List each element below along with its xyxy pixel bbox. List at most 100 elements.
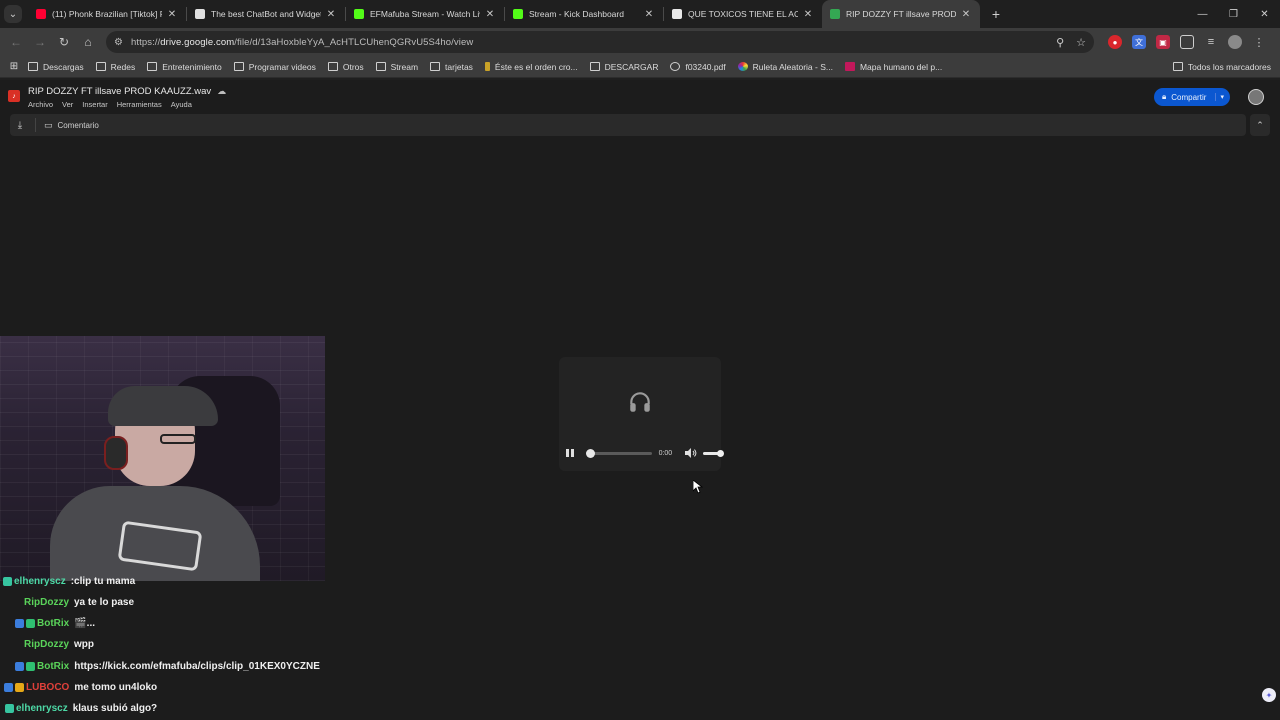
download-button[interactable]: ⤓ (11, 116, 29, 134)
back-button[interactable]: ← (4, 35, 28, 49)
browser-tab[interactable]: QUE TOXICOS TIENE EL ACHAQ ✕ (664, 0, 822, 28)
bookmark-item[interactable]: Éste es el orden cro... (484, 62, 578, 72)
map-icon (844, 62, 855, 71)
webcam-cap (108, 386, 218, 426)
bookmark-label: DESCARGAR (604, 61, 659, 72)
browser-tab[interactable]: (11) Phonk Brazilian [Tiktok] Pe ✕ (28, 0, 186, 28)
bookmark-label: Programar videos (248, 61, 316, 72)
menu-item[interactable]: Archivo (28, 100, 53, 109)
apps-grid-icon[interactable]: ⊞ (0, 61, 28, 72)
chat-username: RipDozzy (24, 597, 69, 608)
volume-slider[interactable] (703, 449, 724, 457)
collapse-header-button[interactable]: ⌃ (1250, 114, 1270, 136)
site-info-icon[interactable]: ⚙ (114, 37, 123, 48)
tab-close-icon[interactable]: ✕ (325, 9, 337, 20)
folder-icon (95, 62, 106, 71)
close-window-button[interactable]: ✕ (1249, 9, 1280, 20)
tab-close-icon[interactable]: ✕ (802, 9, 814, 20)
bookmark-label: Mapa humano del p... (859, 61, 943, 72)
tab-close-icon[interactable]: ✕ (643, 9, 655, 20)
address-bar[interactable]: ⚙ https://drive.google.com/file/d/13aHox… (106, 31, 1094, 53)
browser-tab[interactable]: The best ChatBot and Widgets ✕ (187, 0, 345, 28)
menu-item[interactable]: Ayuda (171, 100, 192, 109)
reading-list-icon[interactable]: ≡ (1204, 35, 1218, 49)
account-avatar[interactable] (1248, 89, 1264, 105)
mouse-cursor-icon (693, 480, 703, 494)
chat-badges (5, 704, 14, 713)
browser-tab[interactable]: Stream - Kick Dashboard ✕ (505, 0, 663, 28)
chat-text: klaus subió algo? (72, 703, 158, 714)
bookmark-item[interactable]: Ruleta Aleatoria - S... (737, 62, 833, 72)
bookmark-item[interactable]: f03240.pdf (670, 62, 726, 72)
bookmark-item[interactable]: Mapa humano del p... (844, 61, 943, 72)
folder-icon (327, 62, 338, 71)
cloud-sync-icon[interactable]: ☁ (217, 86, 226, 96)
chat-message: BotRix https://kick.com/efmafuba/clips/cl… (15, 661, 320, 672)
bookmark-item[interactable]: Descargas (28, 62, 84, 72)
tab-favicon-icon (195, 9, 205, 19)
folder-icon (589, 62, 600, 71)
translate-extension-icon[interactable]: 文 (1132, 35, 1146, 49)
tab-title: EFMafuba Stream - Watch Live (370, 9, 480, 19)
restore-button[interactable]: ❐ (1218, 9, 1249, 20)
seek-handle[interactable] (586, 448, 595, 458)
bookmark-item[interactable]: Programar videos (233, 61, 316, 72)
reload-button[interactable]: ↻ (52, 35, 76, 49)
chat-message: elhenryscz:clip tu mama (3, 576, 135, 587)
tab-favicon-icon (672, 9, 682, 19)
bookmark-item[interactable]: DESCARGAR (589, 61, 659, 72)
tab-title: The best ChatBot and Widgets (211, 9, 321, 19)
tab-close-icon[interactable]: ✕ (484, 9, 496, 20)
url-text[interactable]: https://drive.google.com/file/d/13aHoxbl… (131, 37, 1056, 48)
bookmark-item[interactable]: Redes (95, 62, 135, 72)
pause-button[interactable] (566, 449, 574, 457)
bookmark-item[interactable]: Entretenimiento (147, 62, 222, 72)
assistant-sparkle-icon[interactable]: ✦ (1262, 688, 1276, 702)
audio-file-icon: ♪ (8, 90, 20, 102)
minimize-button[interactable]: — (1187, 9, 1218, 20)
puzzle-icon[interactable] (1180, 35, 1194, 49)
extension-red-icon[interactable]: ● (1108, 35, 1122, 49)
chat-text: https://kick.com/efmafuba/clips/clip_01K… (74, 661, 320, 672)
bookmark-label: Entretenimiento (162, 61, 222, 72)
volume-icon[interactable] (685, 448, 697, 458)
bookmark-item[interactable]: tarjetas (430, 62, 473, 72)
forward-button[interactable]: → (28, 35, 52, 49)
seek-bar[interactable] (586, 448, 652, 458)
comment-button[interactable]: Comentario (58, 121, 99, 130)
chat-badge-icon (4, 683, 13, 692)
lock-icon: 🔒︎ (1162, 92, 1167, 101)
chat-text: me tomo un4loko (74, 682, 158, 693)
bookmark-item[interactable]: Otros (327, 62, 364, 72)
browser-tab[interactable]: RIP DOZZY FT illsave PROD KAA ✕ (822, 0, 980, 28)
chat-badges (3, 577, 12, 586)
bookmark-item[interactable]: Stream (375, 61, 419, 72)
url-path: /file/d/13aHoxbleYyA_AcHTLCUhenQGRvU5S4h… (234, 36, 474, 48)
share-button[interactable]: 🔒︎ Compartir ▾ (1154, 88, 1230, 106)
volume-handle[interactable] (717, 449, 724, 457)
all-bookmarks[interactable]: Todos los marcadores (1172, 62, 1271, 72)
arrow-left-icon: ← (10, 35, 22, 49)
tab-close-icon[interactable]: ✕ (960, 9, 972, 20)
tab-search-button[interactable]: ⌄ (4, 5, 22, 23)
zoom-icon[interactable]: ⚲ (1056, 36, 1064, 49)
webcam-overlay (0, 336, 325, 581)
comment-icon[interactable]: ▭ (44, 120, 53, 131)
more-menu-icon[interactable]: ⋮ (1252, 35, 1266, 49)
bookmark-label: Stream (390, 61, 419, 72)
menu-item[interactable]: Ver (62, 100, 73, 109)
home-button[interactable]: ⌂ (76, 35, 100, 49)
browser-tab[interactable]: EFMafuba Stream - Watch Live ✕ (346, 0, 504, 28)
tab-close-icon[interactable]: ✕ (166, 9, 178, 20)
tab-favicon-icon (830, 9, 840, 19)
chat-text: ya te lo pase (74, 597, 135, 608)
menu-item[interactable]: Insertar (82, 100, 107, 109)
menu-item[interactable]: Herramientas (117, 100, 162, 109)
extension-pink-icon[interactable]: ▣ (1156, 35, 1170, 49)
profile-avatar[interactable] (1228, 35, 1242, 49)
bookmark-star-icon[interactable]: ☆ (1076, 36, 1086, 49)
chevron-down-icon[interactable]: ▾ (1215, 93, 1224, 101)
folder-icon (375, 62, 386, 71)
folder-icon (430, 62, 441, 71)
new-tab-button[interactable]: + (986, 6, 1006, 22)
